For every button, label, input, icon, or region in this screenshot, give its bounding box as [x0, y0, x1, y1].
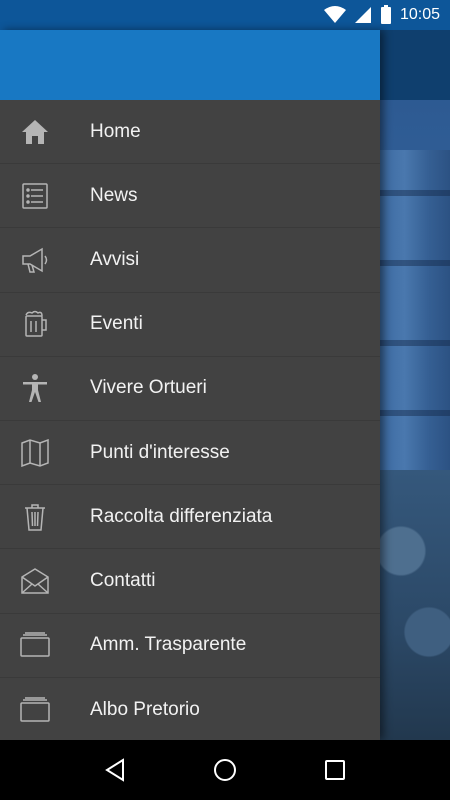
megaphone-icon	[19, 244, 51, 276]
menu-label: Avvisi	[90, 248, 140, 270]
folder-icon	[19, 694, 51, 726]
menu-label: Raccolta differenziata	[90, 505, 273, 527]
menu-label: Home	[90, 120, 141, 142]
menu-item-contatti[interactable]: Contatti	[0, 549, 380, 614]
home-circle-icon[interactable]	[205, 750, 245, 790]
map-icon	[19, 437, 51, 469]
navigation-drawer: Home News Avvisi Eventi Vivere Ortueri P…	[0, 30, 380, 740]
menu-item-punti-interesse[interactable]: Punti d'interesse	[0, 421, 380, 486]
menu-item-home[interactable]: Home	[0, 100, 380, 165]
recents-icon[interactable]	[315, 750, 355, 790]
menu-item-avvisi[interactable]: Avvisi	[0, 228, 380, 293]
navigation-bar	[0, 740, 450, 800]
status-time: 10:05	[399, 6, 440, 23]
drawer-menu: Home News Avvisi Eventi Vivere Ortueri P…	[0, 100, 380, 742]
menu-label: Vivere Ortueri	[90, 377, 207, 399]
menu-label: Albo Pretorio	[90, 698, 200, 720]
menu-item-raccolta-differenziata[interactable]: Raccolta differenziata	[0, 485, 380, 550]
battery-icon	[380, 5, 392, 25]
wifi-icon	[323, 6, 346, 24]
menu-label: Eventi	[90, 313, 143, 335]
background-church-tower	[380, 150, 450, 480]
list-icon	[19, 180, 51, 212]
status-bar: 10:05	[0, 0, 450, 30]
drawer-header	[0, 30, 380, 100]
menu-item-news[interactable]: News	[0, 164, 380, 229]
home-icon	[19, 116, 51, 148]
menu-label: Punti d'interesse	[90, 441, 230, 463]
trash-icon	[19, 501, 51, 533]
menu-label: Contatti	[90, 569, 156, 591]
menu-item-amm-trasparente[interactable]: Amm. Trasparente	[0, 614, 380, 678]
menu-label: Amm. Trasparente	[90, 634, 247, 656]
envelope-icon	[19, 565, 51, 597]
beer-mug-icon	[19, 308, 51, 340]
folder-icon	[19, 629, 51, 661]
menu-item-albo-pretorio[interactable]: Albo Pretorio	[0, 678, 380, 742]
signal-icon	[354, 6, 372, 24]
menu-item-eventi[interactable]: Eventi	[0, 293, 380, 357]
back-icon[interactable]	[95, 750, 135, 790]
menu-label: News	[90, 184, 138, 206]
person-icon	[19, 372, 51, 404]
background-foliage	[380, 470, 450, 740]
menu-item-vivere-ortueri[interactable]: Vivere Ortueri	[0, 357, 380, 421]
